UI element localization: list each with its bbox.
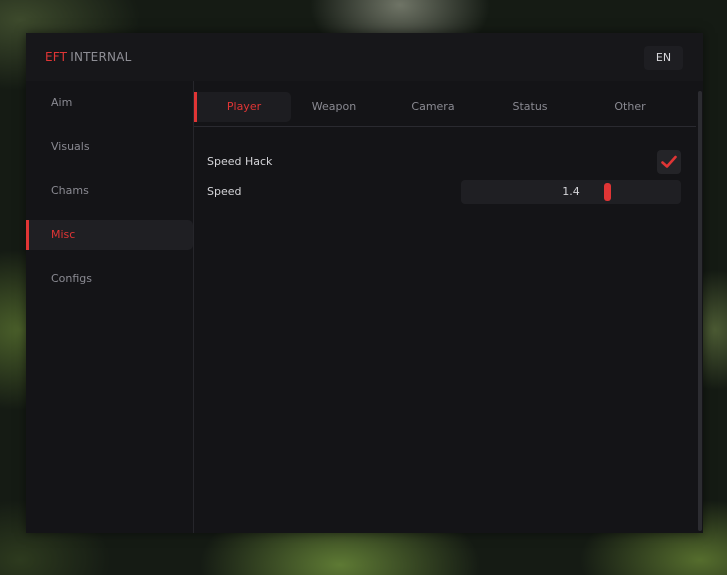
sidebar-item-configs[interactable]: Configs (26, 264, 193, 294)
tab-player[interactable]: Player (194, 92, 291, 122)
brand-rest-text: INTERNAL (70, 50, 132, 64)
language-button[interactable]: EN (644, 46, 683, 70)
brand-accent-text: EFT (45, 50, 68, 64)
sidebar-item-chams[interactable]: Chams (26, 176, 193, 206)
sidebar: Aim Visuals Chams Misc Configs (26, 81, 194, 533)
sidebar-item-aim[interactable]: Aim (26, 88, 193, 118)
tab-other[interactable]: Other (590, 92, 670, 122)
speed-slider[interactable]: 1.4 (461, 180, 681, 204)
speed-hack-label: Speed Hack (207, 155, 273, 168)
tab-status[interactable]: Status (490, 92, 570, 122)
brand-logo: EFT INTERNAL (45, 50, 131, 64)
scrollbar[interactable] (698, 91, 702, 531)
speed-hack-checkbox[interactable] (657, 150, 681, 174)
title-bar: EFT INTERNAL EN (26, 33, 703, 81)
speed-slider-value: 1.4 (562, 185, 580, 198)
speed-label: Speed (207, 185, 242, 198)
speed-slider-handle[interactable] (604, 183, 611, 201)
sidebar-item-visuals[interactable]: Visuals (26, 132, 193, 162)
sidebar-item-misc[interactable]: Misc (26, 220, 193, 250)
tab-bar: Player Weapon Camera Status Other (194, 92, 696, 127)
tab-weapon[interactable]: Weapon (294, 92, 374, 122)
menu-window: EFT INTERNAL EN Aim Visuals Chams Misc Co… (26, 33, 703, 533)
checkmark-icon (661, 155, 677, 168)
tab-camera[interactable]: Camera (393, 92, 473, 122)
